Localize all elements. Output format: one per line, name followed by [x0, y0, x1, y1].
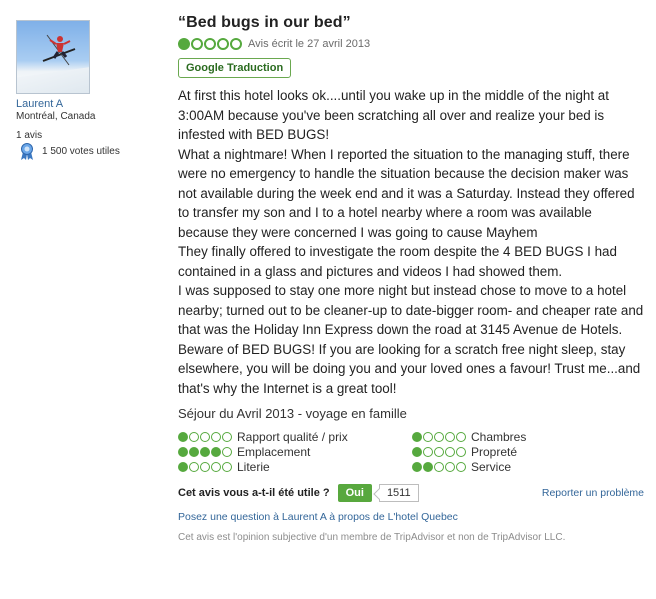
rating-bubble [178, 431, 188, 442]
rating-bubble [178, 461, 188, 472]
rating-bubble [456, 446, 466, 457]
rating-bubble [230, 38, 242, 50]
helpful-question: Cet avis vous a-t-il été utile ? [178, 487, 330, 499]
rating-bubble [445, 431, 455, 442]
review-title[interactable]: “Bed bugs in our bed” [178, 14, 644, 32]
rating-bubble [434, 446, 444, 457]
rating-bubble [211, 446, 221, 457]
reviewer-panel: Laurent A Montréal, Canada 1 avis 1 500 … [16, 20, 166, 160]
ask-question-link[interactable]: Posez une question à Laurent A à propos … [178, 511, 644, 523]
subrating-bubbles [178, 431, 233, 442]
rating-bubble [445, 461, 455, 472]
rating-bubble [204, 38, 216, 50]
rating-bubble [178, 38, 190, 50]
helpful-badge-icon [21, 143, 33, 160]
rating-bubble [445, 446, 455, 457]
rating-bubble [423, 431, 433, 442]
rating-bubble [189, 461, 199, 472]
subrating-label: Chambres [471, 429, 527, 444]
rating-bubble [222, 446, 232, 457]
rating-bubble [423, 461, 433, 472]
rating-bubble [211, 461, 221, 472]
rating-bubble [178, 446, 188, 457]
rating-bubble [211, 431, 221, 442]
subrating-bubbles [412, 431, 467, 442]
rating-bubble [200, 461, 210, 472]
rating-bubble [412, 431, 422, 442]
subrating-value: Rapport qualité / prix [178, 429, 412, 444]
subrating-cleanliness: Propreté [412, 444, 642, 459]
google-translate-button[interactable]: Google Traduction [178, 58, 292, 78]
subrating-label: Literie [237, 459, 270, 474]
subrating-label: Service [471, 459, 512, 474]
subrating-label: Propreté [471, 444, 518, 459]
rating-bubble [412, 446, 422, 457]
rating-bubble [189, 446, 199, 457]
review-body: At first this hotel looks ok....until yo… [178, 88, 644, 396]
avatar[interactable] [16, 20, 90, 94]
rating-row: Avis écrit le 27 avril 2013 [178, 38, 644, 50]
rating-bubble [200, 446, 210, 457]
helpful-votes-label: 1 500 votes utiles [42, 146, 120, 157]
rating-bubble [434, 461, 444, 472]
subrating-bubbles [412, 446, 467, 457]
reviewer-review-count: 1 avis [16, 130, 43, 141]
disclaimer-text: Cet avis est l'opinion subjective d'un m… [178, 532, 566, 543]
rating-bubble [200, 431, 210, 442]
subrating-label: Emplacement [237, 444, 311, 459]
rating-bubble [456, 461, 466, 472]
reviewer-helpful-votes: 1 500 votes utiles [16, 143, 166, 160]
rating-bubble [222, 431, 232, 442]
subrating-location: Emplacement [178, 444, 412, 459]
rating-bubble [189, 431, 199, 442]
rating-bubble [423, 446, 433, 457]
subrating-rooms: Chambres [412, 429, 642, 444]
review-date: Avis écrit le 27 avril 2013 [248, 38, 371, 50]
reviewer-name-link[interactable]: Laurent A [16, 98, 166, 110]
rating-bubble [456, 431, 466, 442]
reviewer-location: Montréal, Canada [16, 111, 96, 122]
rating-bubble [222, 461, 232, 472]
rating-bubble [434, 431, 444, 442]
subrating-bubbles [178, 446, 233, 457]
overall-rating-bubbles [178, 38, 243, 50]
skier-icon [42, 34, 76, 66]
helpful-count: 1511 [378, 484, 419, 502]
subrating-label: Rapport qualité / prix [237, 429, 348, 444]
review-card: “Bed bugs in our bed” Avis écrit le 27 a… [178, 14, 644, 543]
report-problem-link[interactable]: Reporter un problème [542, 487, 644, 499]
subrating-bubbles [412, 461, 467, 472]
rating-bubble [217, 38, 229, 50]
subrating-bedding: Literie [178, 459, 412, 474]
helpful-yes-button[interactable]: Oui [337, 484, 372, 502]
rating-bubble [412, 461, 422, 472]
subratings-grid: Rapport qualité / prix Chambres Emplacem… [178, 429, 644, 474]
subrating-service: Service [412, 459, 642, 474]
rating-bubble [191, 38, 203, 50]
helpful-bar: Cet avis vous a-t-il été utile ? Oui 151… [178, 484, 644, 502]
subrating-bubbles [178, 461, 233, 472]
stay-info: Séjour du Avril 2013 - voyage en famille [178, 406, 407, 421]
